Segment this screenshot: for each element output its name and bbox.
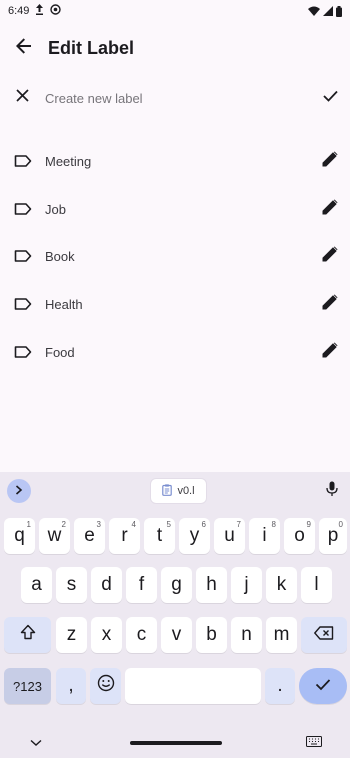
- key-i[interactable]: i8: [249, 518, 280, 554]
- comma-key[interactable]: ,: [56, 668, 86, 704]
- vpn-icon: [50, 4, 62, 18]
- label-outline-icon: [0, 189, 45, 229]
- label-outline-icon: [0, 236, 45, 276]
- back-button[interactable]: [0, 28, 48, 68]
- edit-label-button[interactable]: [310, 189, 350, 229]
- label-row[interactable]: Health: [0, 284, 350, 324]
- check-icon: [315, 675, 331, 697]
- create-label-row: Create new label: [0, 78, 350, 118]
- key-w[interactable]: w2: [39, 518, 70, 554]
- key-n[interactable]: n: [231, 617, 262, 653]
- label-name: Meeting: [45, 153, 92, 169]
- key-m[interactable]: m: [266, 617, 297, 653]
- chevron-right-icon: [15, 482, 23, 500]
- confirm-button[interactable]: [310, 78, 350, 118]
- wifi-icon: [308, 6, 320, 16]
- clipboard-chip[interactable]: v0.l: [150, 478, 207, 504]
- microphone-icon: [326, 481, 338, 502]
- key-f[interactable]: f: [126, 567, 157, 603]
- pencil-icon: [322, 150, 338, 172]
- key-e[interactable]: e3: [74, 518, 105, 554]
- chevron-down-icon[interactable]: [30, 734, 42, 752]
- edit-label-button[interactable]: [310, 141, 350, 181]
- label-row[interactable]: Job: [0, 189, 350, 229]
- close-icon: [16, 89, 29, 107]
- backspace-icon: [314, 624, 334, 646]
- key-l[interactable]: l: [301, 567, 332, 603]
- shift-key[interactable]: [4, 617, 51, 653]
- period-key[interactable]: .: [265, 668, 295, 704]
- check-icon: [322, 89, 338, 107]
- new-label-input[interactable]: Create new label: [45, 91, 310, 106]
- key-d[interactable]: d: [91, 567, 122, 603]
- pencil-icon: [322, 341, 338, 363]
- edit-label-button[interactable]: [310, 236, 350, 276]
- key-k[interactable]: k: [266, 567, 297, 603]
- label-row[interactable]: Meeting: [0, 141, 350, 181]
- key-j[interactable]: j: [231, 567, 262, 603]
- battery-icon: [336, 5, 342, 17]
- key-s[interactable]: s: [56, 567, 87, 603]
- status-bar: 6:49: [0, 0, 350, 22]
- keyboard-expand-button[interactable]: [7, 479, 31, 503]
- key-t[interactable]: t5: [144, 518, 175, 554]
- emoji-key[interactable]: [90, 668, 121, 704]
- label-outline-icon: [0, 141, 45, 181]
- key-o[interactable]: o9: [284, 518, 315, 554]
- key-p[interactable]: p0: [319, 518, 347, 554]
- microphone-button[interactable]: [322, 480, 342, 502]
- signal-icon: [323, 6, 333, 16]
- key-g[interactable]: g: [161, 567, 192, 603]
- label-outline-icon: [0, 284, 45, 324]
- backspace-key[interactable]: [301, 617, 347, 653]
- pencil-icon: [322, 293, 338, 315]
- key-q[interactable]: q1: [4, 518, 35, 554]
- label-name: Health: [45, 296, 83, 312]
- label-name: Book: [45, 248, 75, 264]
- page-title: Edit Label: [48, 37, 135, 58]
- cancel-button[interactable]: [0, 78, 45, 118]
- arrow-left-icon: [16, 37, 32, 59]
- enter-key[interactable]: [299, 668, 347, 704]
- key-a[interactable]: a: [21, 567, 52, 603]
- label-name: Job: [45, 201, 66, 217]
- pencil-icon: [322, 245, 338, 267]
- home-gesture-bar[interactable]: [130, 741, 222, 745]
- space-key[interactable]: [125, 668, 261, 704]
- status-time: 6:49: [8, 5, 30, 17]
- label-row[interactable]: Book: [0, 236, 350, 276]
- key-y[interactable]: y6: [179, 518, 210, 554]
- upload-icon: [35, 4, 44, 18]
- on-screen-keyboard: v0.l q1 w2 e3 r4 t5 y6 u7 i8 o9 p0 a s d…: [0, 472, 350, 758]
- key-c[interactable]: c: [126, 617, 157, 653]
- shift-icon: [20, 624, 36, 646]
- navigation-bar: [0, 726, 350, 758]
- clipboard-text: v0.l: [177, 485, 195, 497]
- key-u[interactable]: u7: [214, 518, 245, 554]
- label-row[interactable]: Food: [0, 332, 350, 372]
- key-z[interactable]: z: [56, 617, 87, 653]
- app-bar: Edit Label: [0, 28, 350, 68]
- emoji-icon: [97, 674, 115, 698]
- keyboard-icon[interactable]: [306, 734, 322, 752]
- pencil-icon: [322, 198, 338, 220]
- key-x[interactable]: x: [91, 617, 122, 653]
- key-v[interactable]: v: [161, 617, 192, 653]
- key-r[interactable]: r4: [109, 518, 140, 554]
- label-outline-icon: [0, 332, 45, 372]
- label-name: Food: [45, 344, 75, 360]
- symbols-key[interactable]: ?123: [4, 668, 51, 704]
- edit-label-button[interactable]: [310, 332, 350, 372]
- edit-label-button[interactable]: [310, 284, 350, 324]
- key-h[interactable]: h: [196, 567, 227, 603]
- key-b[interactable]: b: [196, 617, 227, 653]
- clipboard-icon: [162, 483, 173, 499]
